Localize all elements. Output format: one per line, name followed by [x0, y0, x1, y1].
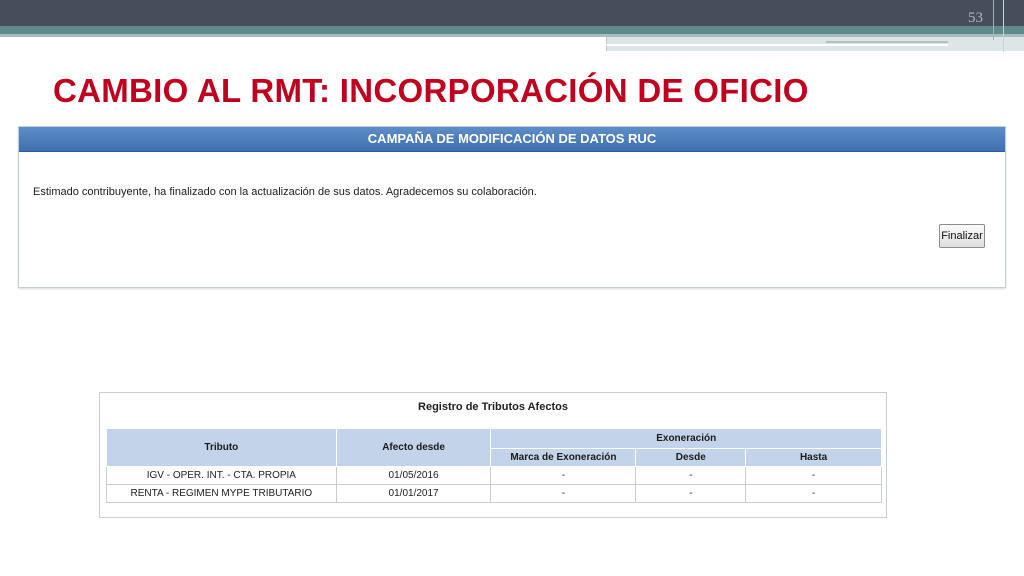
completion-message: Estimado contribuyente, ha finalizado co… [33, 186, 537, 198]
slide-top-bar [0, 0, 1024, 26]
cell-tributo: IGV - OPER. INT. - CTA. PROPIA [106, 466, 337, 485]
table-row: IGV - OPER. INT. - CTA. PROPIA 01/05/201… [106, 466, 882, 485]
cell-hasta: - [745, 466, 882, 485]
finalize-button[interactable]: Finalizar [939, 224, 985, 248]
column-header-tributo: Tributo [106, 428, 337, 467]
cell-afecto-desde: 01/05/2016 [335, 466, 492, 485]
cell-marca: - [490, 484, 637, 503]
slide-title: CAMBIO AL RMT: INCORPORACIÓN DE OFICIO [53, 72, 809, 109]
slide-decor-vertical-line [993, 0, 994, 40]
tributos-registry: Registro de Tributos Afectos Tributo Afe… [99, 392, 887, 518]
column-header-marca: Marca de Exoneración [490, 448, 637, 467]
slide-decor-line [606, 44, 948, 46]
column-header-hasta: Hasta [745, 448, 882, 467]
column-group-exoneracion: Exoneración [490, 428, 882, 449]
cell-desde: - [635, 484, 747, 503]
cell-hasta: - [745, 484, 882, 503]
column-header-desde: Desde [635, 448, 747, 467]
cell-desde: - [635, 466, 747, 485]
slide-number: 53 [968, 10, 983, 26]
registry-caption: Registro de Tributos Afectos [418, 401, 568, 413]
cell-tributo: RENTA - REGIMEN MYPE TRIBUTARIO [106, 484, 337, 503]
slide-accent-band [0, 26, 1024, 34]
table-row: RENTA - REGIMEN MYPE TRIBUTARIO 01/01/20… [106, 484, 882, 503]
panel-header: CAMPAÑA DE MODIFICACIÓN DE DATOS RUC [19, 127, 1005, 152]
campaign-panel: CAMPAÑA DE MODIFICACIÓN DE DATOS RUC Est… [18, 126, 1006, 288]
slide-decor-line [826, 41, 948, 43]
cell-afecto-desde: 01/01/2017 [335, 484, 492, 503]
slide-decor-vertical-line [1003, 0, 1004, 52]
cell-marca: - [490, 466, 637, 485]
column-header-afecto-desde: Afecto desde [335, 428, 492, 467]
tributos-table: Tributo Afecto desde Exoneración Marca d… [106, 428, 882, 503]
